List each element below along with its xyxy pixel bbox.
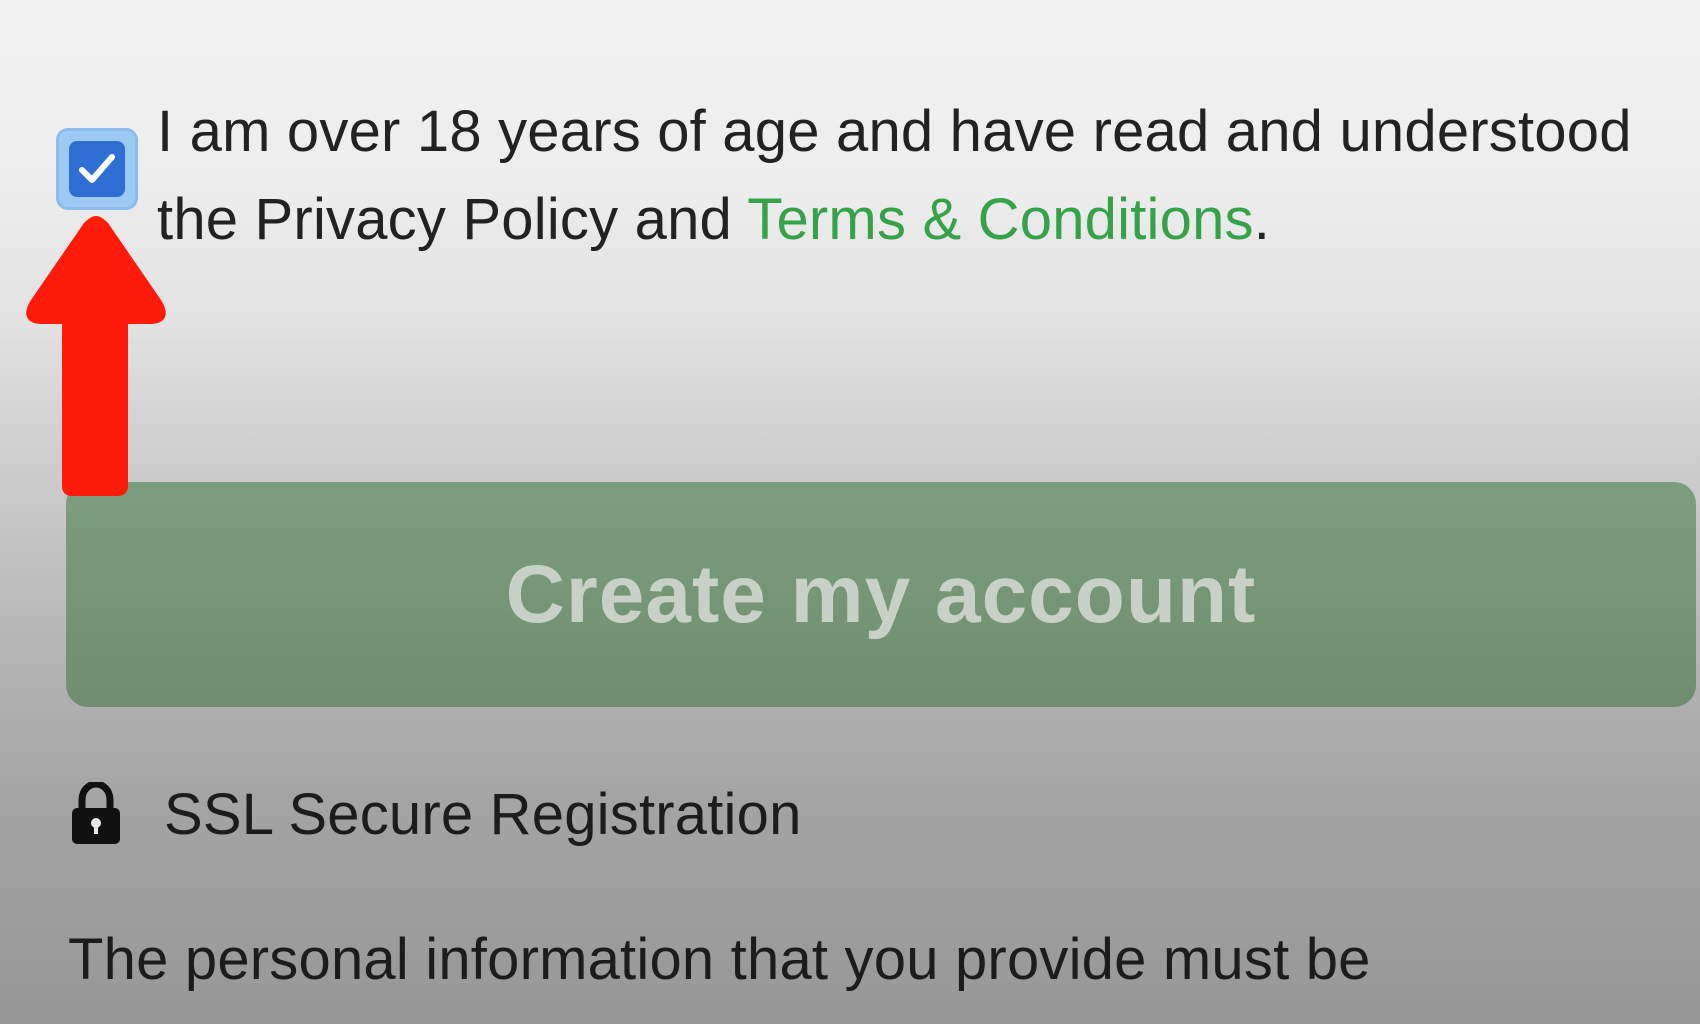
consent-label: I am over 18 years of age and have read … [157, 88, 1677, 264]
consent-period: . [1253, 187, 1271, 252]
ssl-label: SSL Secure Registration [164, 781, 802, 847]
consent-row: I am over 18 years of age and have read … [56, 88, 1676, 268]
checkbox-checked-state [69, 141, 125, 197]
checkmark-icon [79, 154, 115, 183]
personal-info-disclaimer: The personal information that you provid… [68, 927, 1371, 992]
terms-conditions-link[interactable]: Terms & Conditions [747, 187, 1253, 252]
lock-icon [72, 782, 120, 844]
create-account-button[interactable]: Create my account [66, 482, 1696, 707]
ssl-secure-row: SSL Secure Registration [70, 772, 802, 856]
red-arrow-up-icon [26, 216, 166, 496]
age-consent-checkbox[interactable] [56, 128, 138, 210]
